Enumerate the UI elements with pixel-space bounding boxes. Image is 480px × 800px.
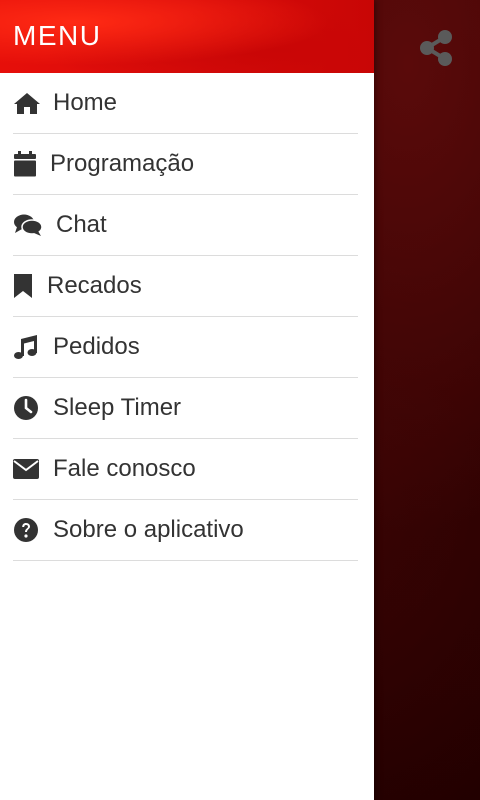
menu-item-programacao[interactable]: Programação xyxy=(13,134,358,195)
clock-icon xyxy=(13,394,41,422)
menu-item-label: Fale conosco xyxy=(53,455,196,482)
menu-item-label: Sobre o aplicativo xyxy=(53,516,244,543)
menu-item-label: Sleep Timer xyxy=(53,394,182,421)
menu-item-fale-conosco[interactable]: Fale conosco xyxy=(13,439,358,500)
navigation-drawer: MENU Home Programação Chat Recados Pedid… xyxy=(0,0,374,800)
calendar-icon xyxy=(13,150,37,178)
menu-item-label: Programação xyxy=(50,150,195,177)
menu-item-sobre[interactable]: Sobre o aplicativo xyxy=(13,500,358,561)
menu-item-recados[interactable]: Recados xyxy=(13,256,358,317)
home-icon xyxy=(13,89,41,117)
menu-item-label: Recados xyxy=(47,272,142,299)
menu-list: Home Programação Chat Recados Pedidos Sl… xyxy=(0,73,374,561)
menu-item-sleep-timer[interactable]: Sleep Timer xyxy=(13,378,358,439)
drawer-header: MENU xyxy=(0,0,374,73)
music-note-icon xyxy=(13,333,41,361)
menu-item-chat[interactable]: Chat xyxy=(13,195,358,256)
share-button[interactable] xyxy=(412,24,460,72)
menu-item-home[interactable]: Home xyxy=(13,73,358,134)
drawer-title: MENU xyxy=(13,20,102,51)
question-circle-icon xyxy=(13,516,41,544)
share-icon xyxy=(420,30,452,66)
menu-item-label: Pedidos xyxy=(53,333,140,360)
menu-item-label: Home xyxy=(53,89,118,116)
bookmark-icon xyxy=(13,272,35,300)
menu-item-label: Chat xyxy=(56,211,107,238)
menu-item-pedidos[interactable]: Pedidos xyxy=(13,317,358,378)
envelope-icon xyxy=(13,455,41,483)
chat-icon xyxy=(13,211,43,239)
